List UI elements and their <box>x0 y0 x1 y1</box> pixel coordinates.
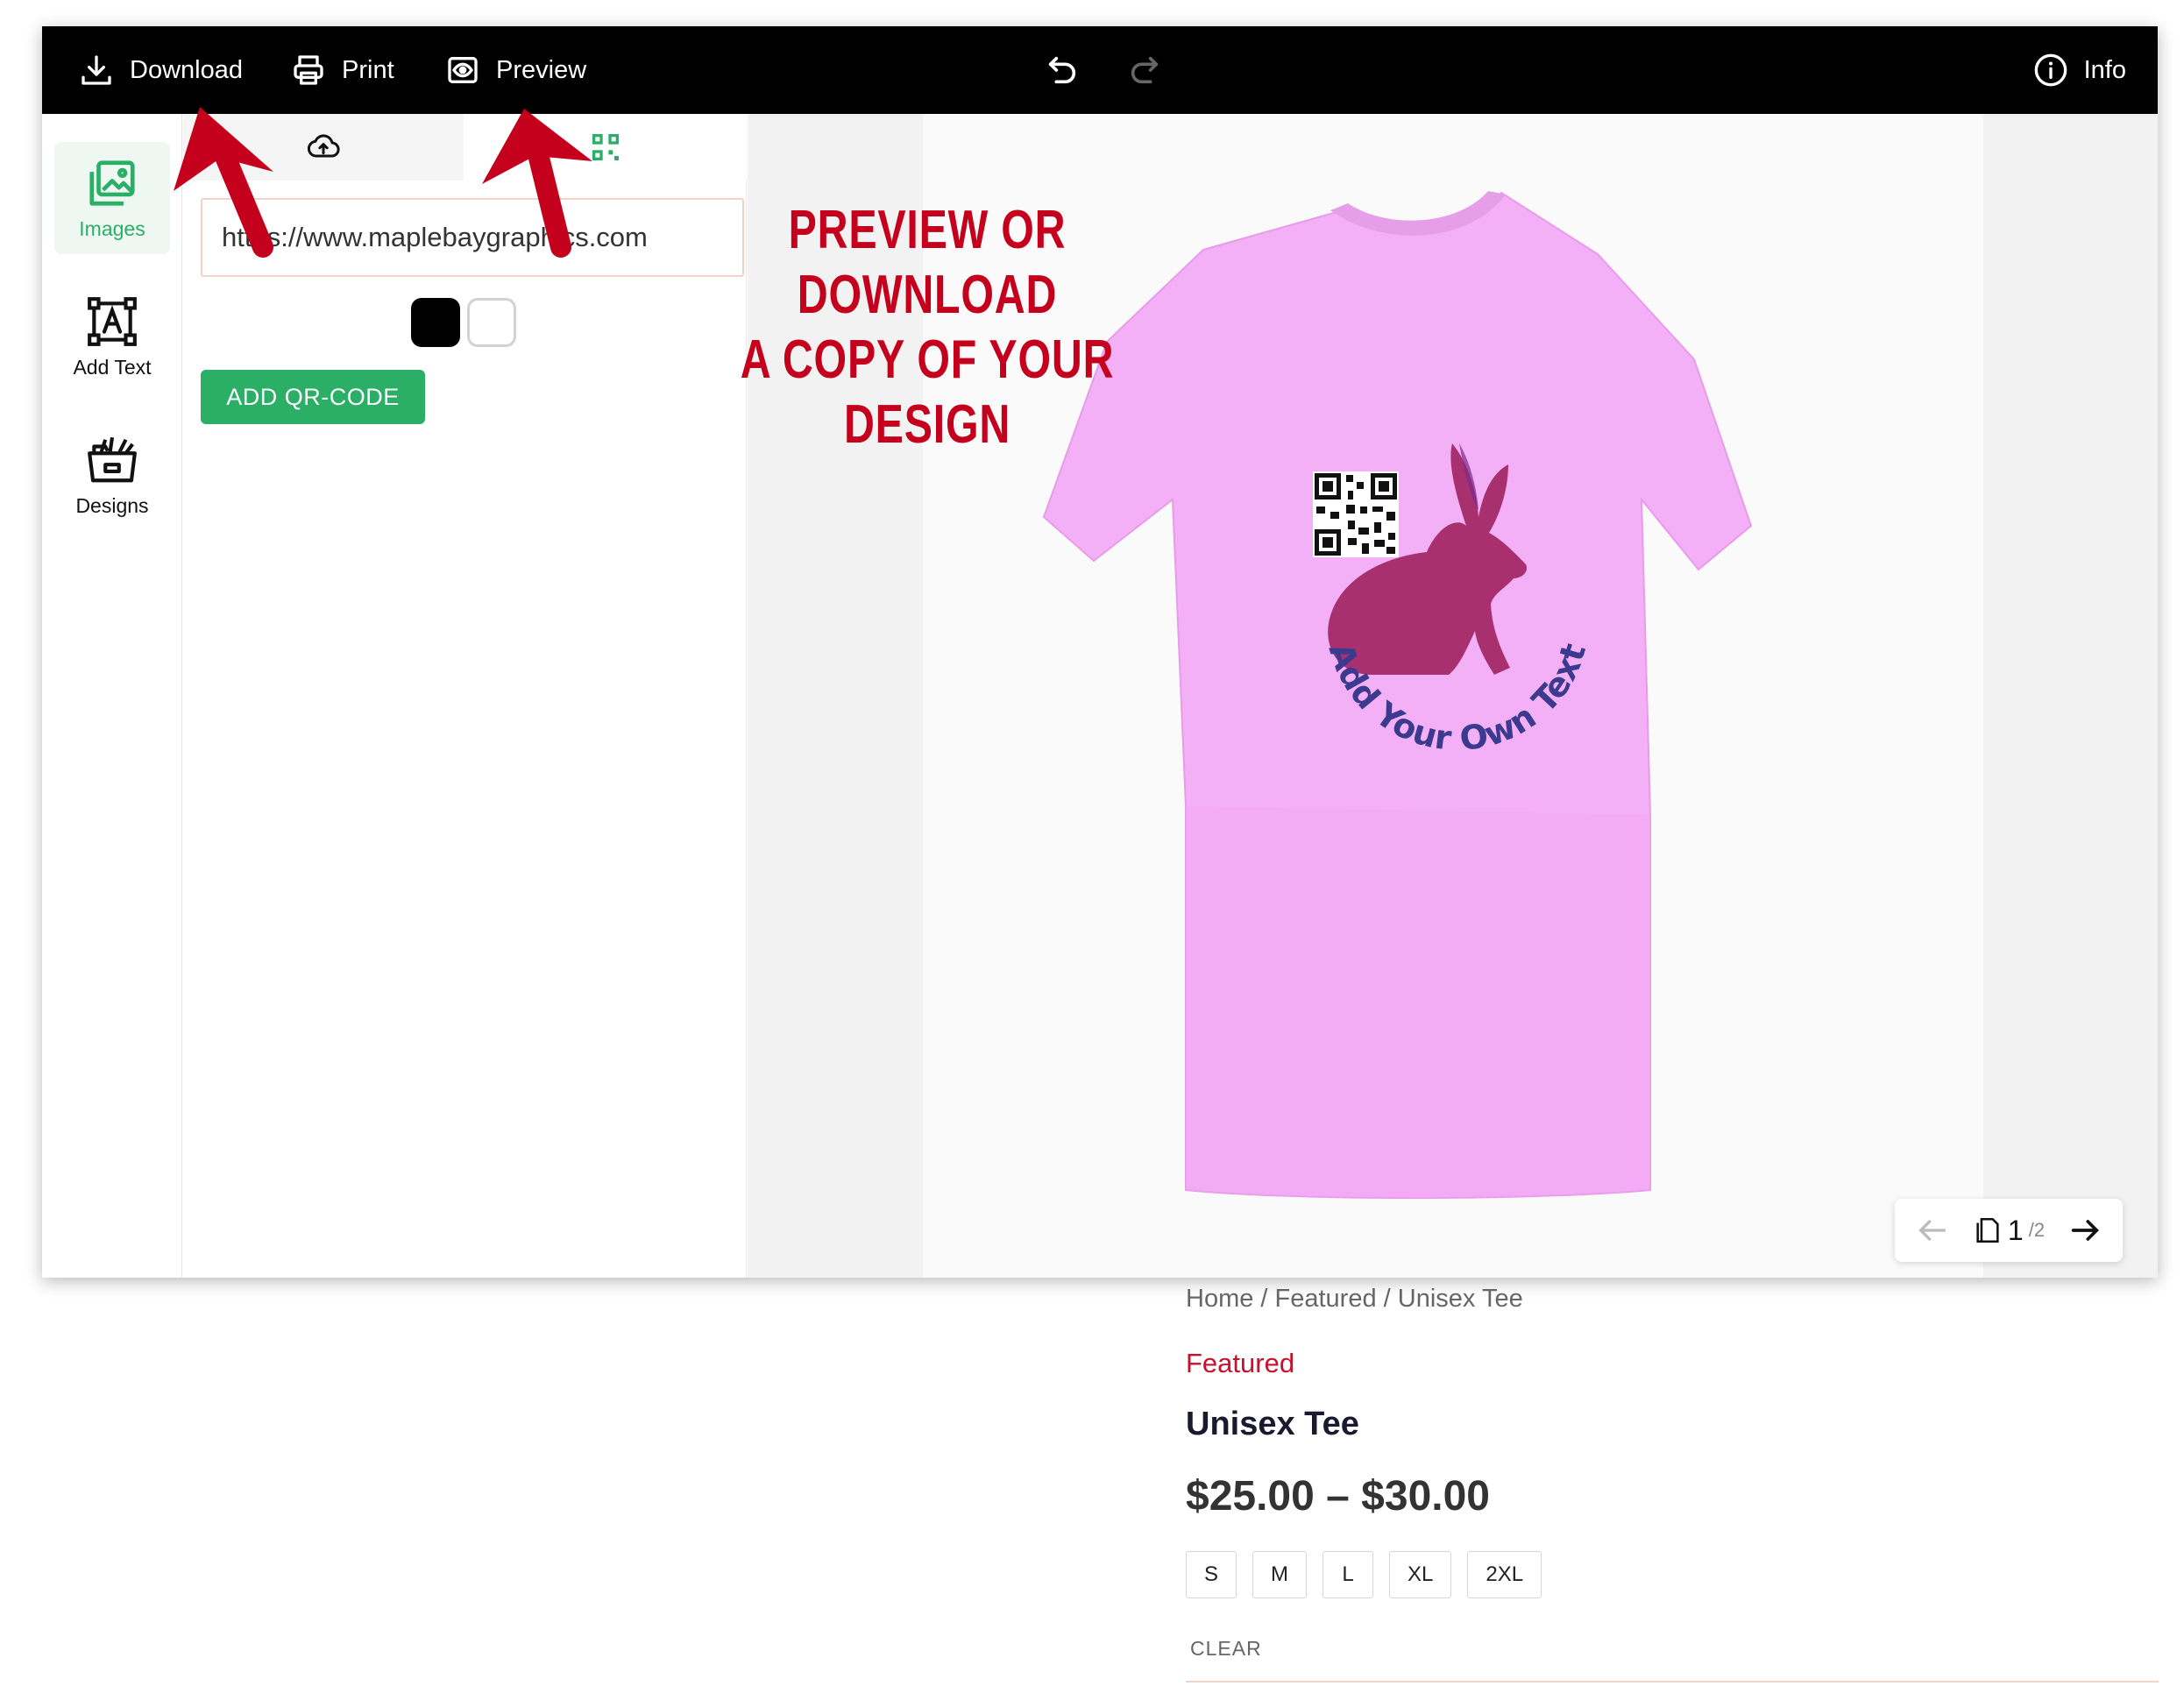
annotation-callout: PREVIEW OR DOWNLOAD A COPY OF YOUR DESIG… <box>729 198 1125 457</box>
qr-code-graphic[interactable] <box>1313 471 1399 557</box>
arrow-right-icon[interactable] <box>2067 1213 2102 1248</box>
rail-item-add-text[interactable]: Add Text <box>54 280 170 393</box>
tshirt-shading <box>1186 806 1650 1198</box>
color-swatch-white[interactable] <box>467 298 516 347</box>
cloud-upload-icon <box>307 134 340 158</box>
rail-item-label: Designs <box>75 493 149 517</box>
rail-item-images[interactable]: Images <box>54 142 170 254</box>
page-navigator: 1/2 <box>1895 1199 2123 1262</box>
text-box-icon <box>88 296 137 346</box>
preview-label: Preview <box>496 55 587 84</box>
page-count: 1/2 <box>1973 1215 2045 1247</box>
page-total: /2 <box>2028 1219 2046 1241</box>
divider <box>1186 1681 2159 1682</box>
tab-upload[interactable] <box>183 114 464 181</box>
size-options: S M L XL 2XL <box>1186 1551 1542 1598</box>
redo-icon <box>1131 56 1159 84</box>
color-swatch-black[interactable] <box>411 298 460 347</box>
product-category-link[interactable]: Featured <box>1186 1348 1294 1379</box>
size-option-2xl[interactable]: 2XL <box>1467 1551 1542 1598</box>
size-option-l[interactable]: L <box>1322 1551 1374 1598</box>
tool-rail: Images Add Text Designs <box>42 114 182 1278</box>
download-label: Download <box>130 55 243 84</box>
arrow-left-icon[interactable] <box>1915 1213 1950 1248</box>
product-designer: Download Print Preview Info Images Add T… <box>42 26 2158 1278</box>
eye-icon <box>448 57 478 83</box>
undo-button[interactable] <box>1045 26 1080 114</box>
qr-code-icon <box>592 134 619 160</box>
size-option-s[interactable]: S <box>1186 1551 1237 1598</box>
tab-qr-code[interactable] <box>464 114 747 181</box>
designs-folder-icon <box>88 436 137 482</box>
tool-panel: ADD QR-CODE <box>183 114 747 1278</box>
info-button[interactable]: Info <box>2033 26 2126 114</box>
download-button[interactable]: Download <box>79 26 243 114</box>
download-icon <box>82 55 111 85</box>
annotation-line: PREVIEW OR DOWNLOAD <box>788 200 1067 325</box>
size-option-m[interactable]: M <box>1252 1551 1308 1598</box>
page-current: 1 <box>2007 1214 2024 1246</box>
rail-item-label: Add Text <box>73 355 152 379</box>
clear-selection-link[interactable]: CLEAR <box>1190 1637 1262 1661</box>
annotation-line: DESIGN <box>843 394 1011 455</box>
undo-icon <box>1048 56 1076 84</box>
panel-tabs <box>183 114 747 181</box>
qr-url-input[interactable] <box>201 198 744 277</box>
info-icon <box>2034 53 2067 87</box>
print-label: Print <box>342 55 394 84</box>
rail-item-designs[interactable]: Designs <box>54 419 170 531</box>
breadcrumb[interactable]: Home / Featured / Unisex Tee <box>1186 1285 1523 1314</box>
annotation-line: A COPY OF YOUR <box>740 329 1115 390</box>
pages-icon <box>1976 1217 1999 1243</box>
printer-icon <box>294 55 323 85</box>
print-button[interactable]: Print <box>291 26 394 114</box>
preview-button[interactable]: Preview <box>445 26 586 114</box>
price-range: $25.00 – $30.00 <box>1186 1473 1490 1520</box>
size-option-xl[interactable]: XL <box>1389 1551 1452 1598</box>
images-icon <box>89 159 135 206</box>
redo-button[interactable] <box>1127 26 1162 114</box>
product-title: Unisex Tee <box>1186 1406 1359 1442</box>
info-label: Info <box>2083 55 2126 84</box>
rail-item-label: Images <box>79 216 145 240</box>
add-qr-code-button[interactable]: ADD QR-CODE <box>201 370 425 424</box>
designer-toolbar: Download Print Preview Info <box>42 26 2158 114</box>
